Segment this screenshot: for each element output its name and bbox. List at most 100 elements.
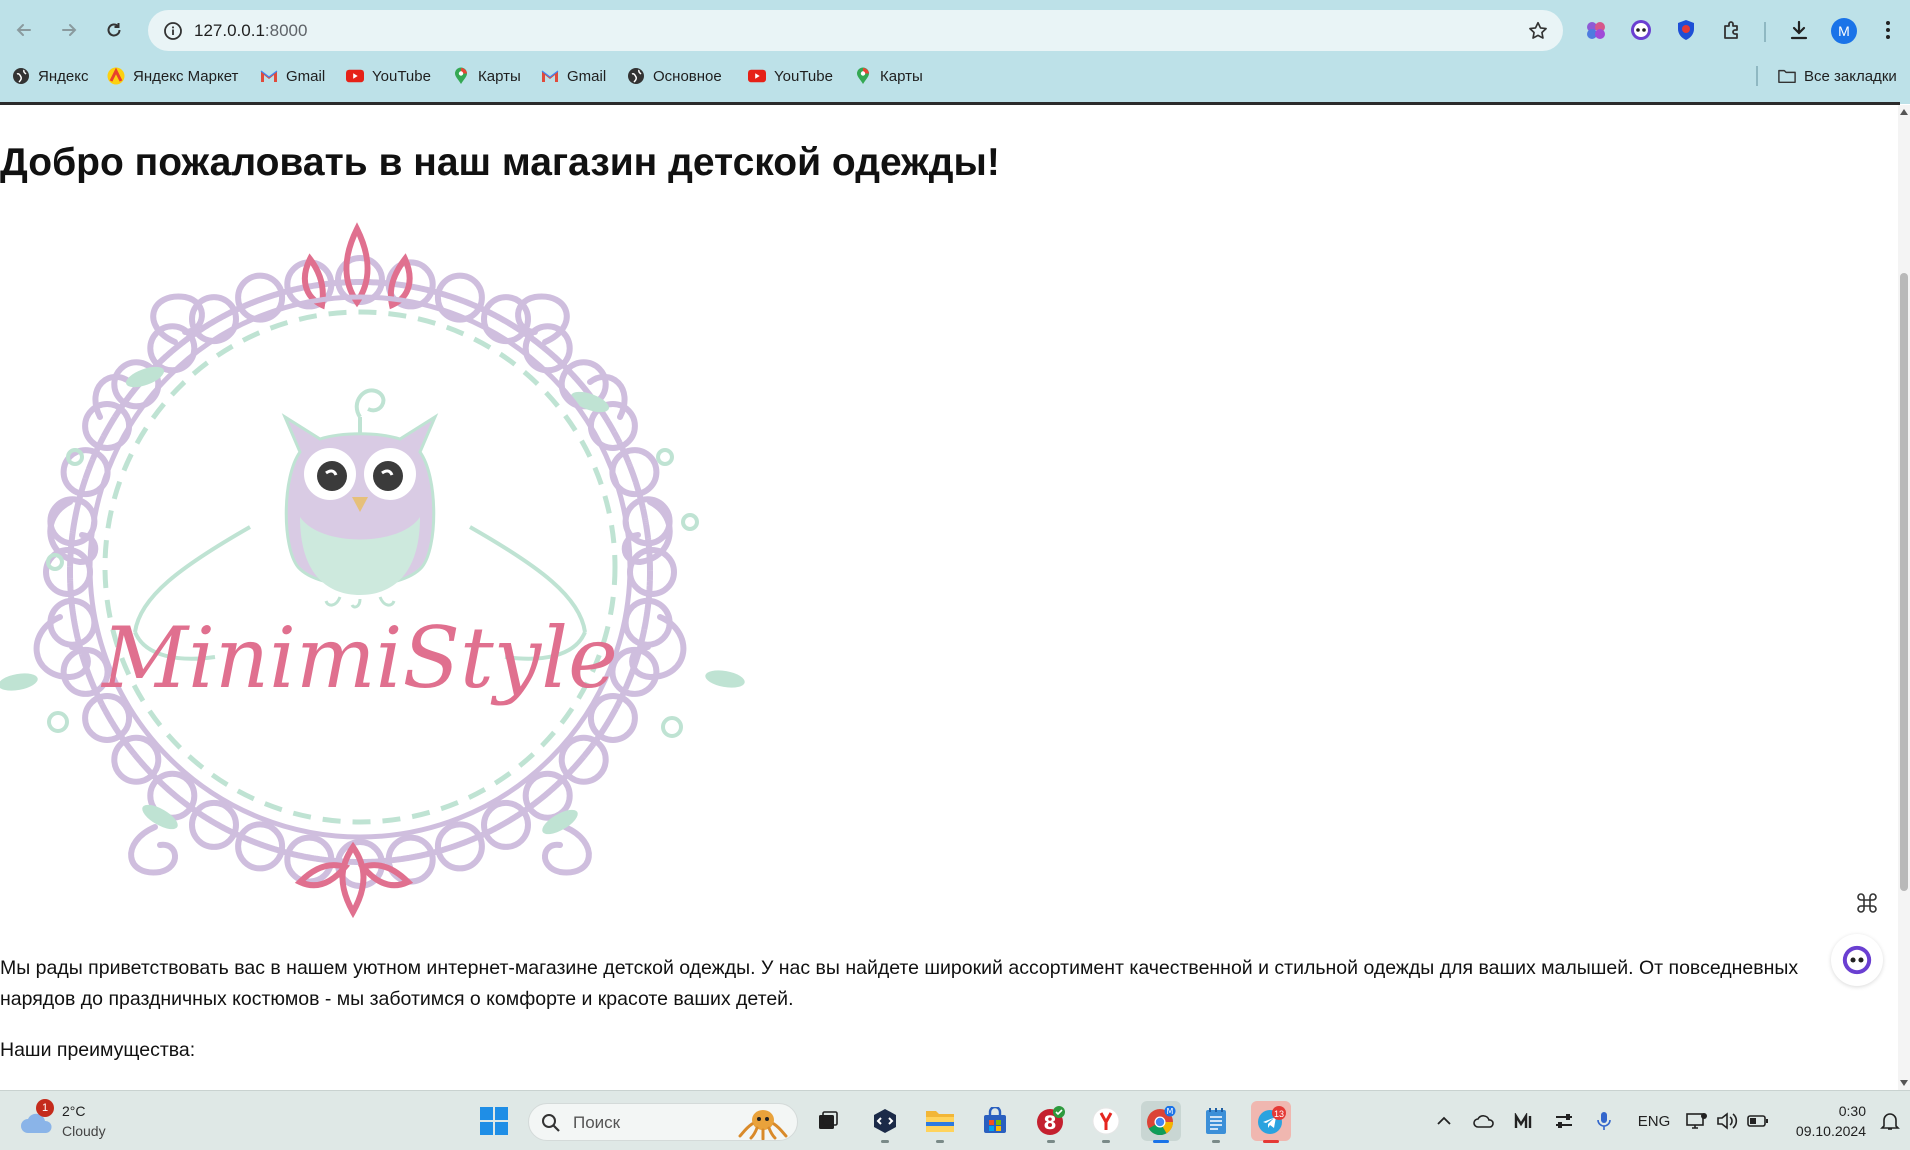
taskbar-app-chrome[interactable]: M bbox=[1141, 1101, 1181, 1143]
face-extension-icon[interactable] bbox=[1627, 16, 1655, 44]
bookmark-label: Основное bbox=[653, 67, 722, 85]
all-bookmarks-button[interactable]: Все закладки bbox=[1778, 64, 1897, 88]
taskbar-app-file-explorer[interactable] bbox=[920, 1101, 960, 1143]
weather-widget[interactable]: 1 2°C Cloudy bbox=[18, 1099, 128, 1143]
bookmark-label: YouTube bbox=[774, 67, 833, 85]
address-bar[interactable]: 127.0.0.1:8000 bbox=[148, 10, 1563, 51]
intro-paragraph: Мы рады приветствовать вас в нашем уютно… bbox=[0, 957, 1799, 1010]
running-indicator bbox=[881, 1140, 889, 1143]
assistant-face-icon bbox=[1842, 945, 1872, 975]
search-highlight-octopus-icon bbox=[738, 1110, 788, 1140]
site-info-icon[interactable] bbox=[158, 16, 188, 46]
taskbar-app-telegram[interactable]: 13 bbox=[1251, 1101, 1291, 1143]
monitor-app-icon[interactable] bbox=[1510, 1107, 1538, 1135]
shield-extension-icon[interactable] bbox=[1672, 16, 1700, 44]
task-view-icon bbox=[819, 1111, 838, 1129]
store-bag-icon bbox=[984, 1107, 1006, 1133]
bookmark-label: Карты bbox=[478, 67, 521, 85]
menu-kebab-icon[interactable] bbox=[1874, 16, 1902, 44]
scroll-down-arrow-icon[interactable] bbox=[1898, 1076, 1910, 1090]
forward-button[interactable] bbox=[53, 14, 85, 46]
back-button[interactable] bbox=[8, 14, 40, 46]
task-view-button[interactable] bbox=[808, 1101, 848, 1141]
running-indicator bbox=[1047, 1140, 1055, 1143]
active-indicator bbox=[1263, 1140, 1279, 1143]
weather-condition: Cloudy bbox=[62, 1123, 106, 1139]
running-indicator bbox=[1102, 1140, 1110, 1143]
taskbar-app-8[interactable]: 8 bbox=[1031, 1101, 1071, 1143]
url-port: :8000 bbox=[264, 21, 308, 40]
profile-avatar[interactable]: M bbox=[1831, 18, 1857, 44]
language-indicator[interactable]: ENG bbox=[1636, 1107, 1672, 1135]
bookmark-item[interactable]: YouTube bbox=[748, 64, 833, 88]
logo-wordmark: MinimiStyle bbox=[100, 609, 618, 707]
onedrive-cloud-icon[interactable] bbox=[1470, 1107, 1498, 1135]
page-viewport: Добро пожаловать в наш магазин детской о… bbox=[0, 105, 1898, 1090]
maps-pin-icon bbox=[452, 67, 470, 85]
volume-icon[interactable] bbox=[1713, 1107, 1741, 1135]
page-scrollbar[interactable] bbox=[1898, 105, 1910, 1090]
windows-taskbar: 1 2°C Cloudy Поиск 8 M 13 ENG 0:30 09.10… bbox=[0, 1090, 1910, 1150]
weather-temperature: 2°C bbox=[62, 1103, 86, 1119]
search-placeholder: Поиск bbox=[573, 1113, 621, 1132]
windows-logo-icon bbox=[480, 1107, 508, 1135]
start-button[interactable] bbox=[474, 1101, 514, 1141]
apps-grid-button[interactable] bbox=[1847, 883, 1887, 923]
display-icon[interactable] bbox=[1683, 1107, 1711, 1135]
microphone-icon[interactable] bbox=[1590, 1107, 1618, 1135]
globe-icon bbox=[12, 67, 30, 85]
bookmark-item[interactable]: Карты bbox=[452, 64, 521, 88]
folder-icon bbox=[1778, 67, 1796, 85]
reload-button[interactable] bbox=[98, 14, 130, 46]
bookmarks-separator bbox=[1756, 66, 1758, 86]
maps-pin-icon bbox=[854, 67, 872, 85]
bookmark-item[interactable]: Gmail bbox=[260, 64, 325, 88]
bookmark-item[interactable]: Яндекс Маркет bbox=[107, 64, 238, 88]
bookmark-label: YouTube bbox=[372, 67, 431, 85]
bookmark-item[interactable]: Карты bbox=[854, 64, 923, 88]
download-icon[interactable] bbox=[1785, 16, 1813, 44]
bookmark-item[interactable]: YouTube bbox=[346, 64, 431, 88]
weather-alert-badge: 1 bbox=[36, 1099, 54, 1117]
notifications-bell-icon[interactable] bbox=[1876, 1107, 1904, 1135]
taskbar-search[interactable]: Поиск bbox=[528, 1103, 798, 1141]
all-bookmarks-label: Все закладки bbox=[1804, 67, 1897, 85]
ai-extension-icon[interactable] bbox=[1582, 16, 1610, 44]
tray-overflow-chevron-icon[interactable] bbox=[1430, 1107, 1458, 1135]
yandex-market-icon bbox=[107, 67, 125, 85]
taskbar-app-yandex-browser[interactable] bbox=[1086, 1101, 1126, 1143]
bookmark-item[interactable]: Gmail bbox=[541, 64, 606, 88]
taskbar-app-notepad[interactable] bbox=[1196, 1101, 1236, 1143]
system-clock[interactable]: 0:30 09.10.2024 bbox=[1780, 1101, 1866, 1141]
bookmark-label: Яндекс Маркет bbox=[133, 67, 239, 85]
bookmark-item[interactable]: Основное bbox=[627, 64, 722, 88]
arrow-left-icon bbox=[16, 24, 31, 36]
reload-icon bbox=[107, 23, 121, 37]
scroll-thumb[interactable] bbox=[1900, 273, 1908, 891]
gmail-icon bbox=[260, 67, 278, 85]
search-icon bbox=[542, 1114, 560, 1132]
yandex-browser-icon bbox=[1092, 1107, 1120, 1135]
running-indicator bbox=[1212, 1140, 1220, 1143]
taskbar-app-store[interactable] bbox=[975, 1101, 1015, 1141]
assistant-widget-button[interactable] bbox=[1831, 934, 1883, 986]
taskbar-app-vscode[interactable] bbox=[865, 1101, 905, 1143]
clock-time: 0:30 bbox=[1838, 1103, 1866, 1119]
bookmark-item[interactable]: Яндекс bbox=[12, 64, 88, 88]
folder-icon bbox=[926, 1111, 954, 1132]
youtube-icon bbox=[346, 67, 364, 85]
scroll-up-arrow-icon[interactable] bbox=[1898, 105, 1910, 119]
chrome-icon: M bbox=[1147, 1106, 1176, 1136]
gmail-icon bbox=[541, 67, 559, 85]
url-text[interactable]: 127.0.0.1:8000 bbox=[194, 21, 307, 41]
logo-owl bbox=[281, 413, 439, 609]
bookmark-label: Gmail bbox=[567, 67, 607, 85]
globe-icon bbox=[627, 67, 645, 85]
bookmark-label: Карты bbox=[880, 67, 923, 85]
extensions-puzzle-icon[interactable] bbox=[1718, 16, 1746, 44]
browser-chrome: 127.0.0.1:8000 M Яндекс Яндекс Маркет Gm… bbox=[0, 0, 1910, 105]
bookmark-star-icon[interactable] bbox=[1525, 18, 1551, 44]
page-title: Добро пожаловать в наш магазин детской о… bbox=[0, 141, 1000, 184]
battery-icon[interactable] bbox=[1744, 1107, 1772, 1135]
sliders-icon[interactable] bbox=[1550, 1107, 1578, 1135]
